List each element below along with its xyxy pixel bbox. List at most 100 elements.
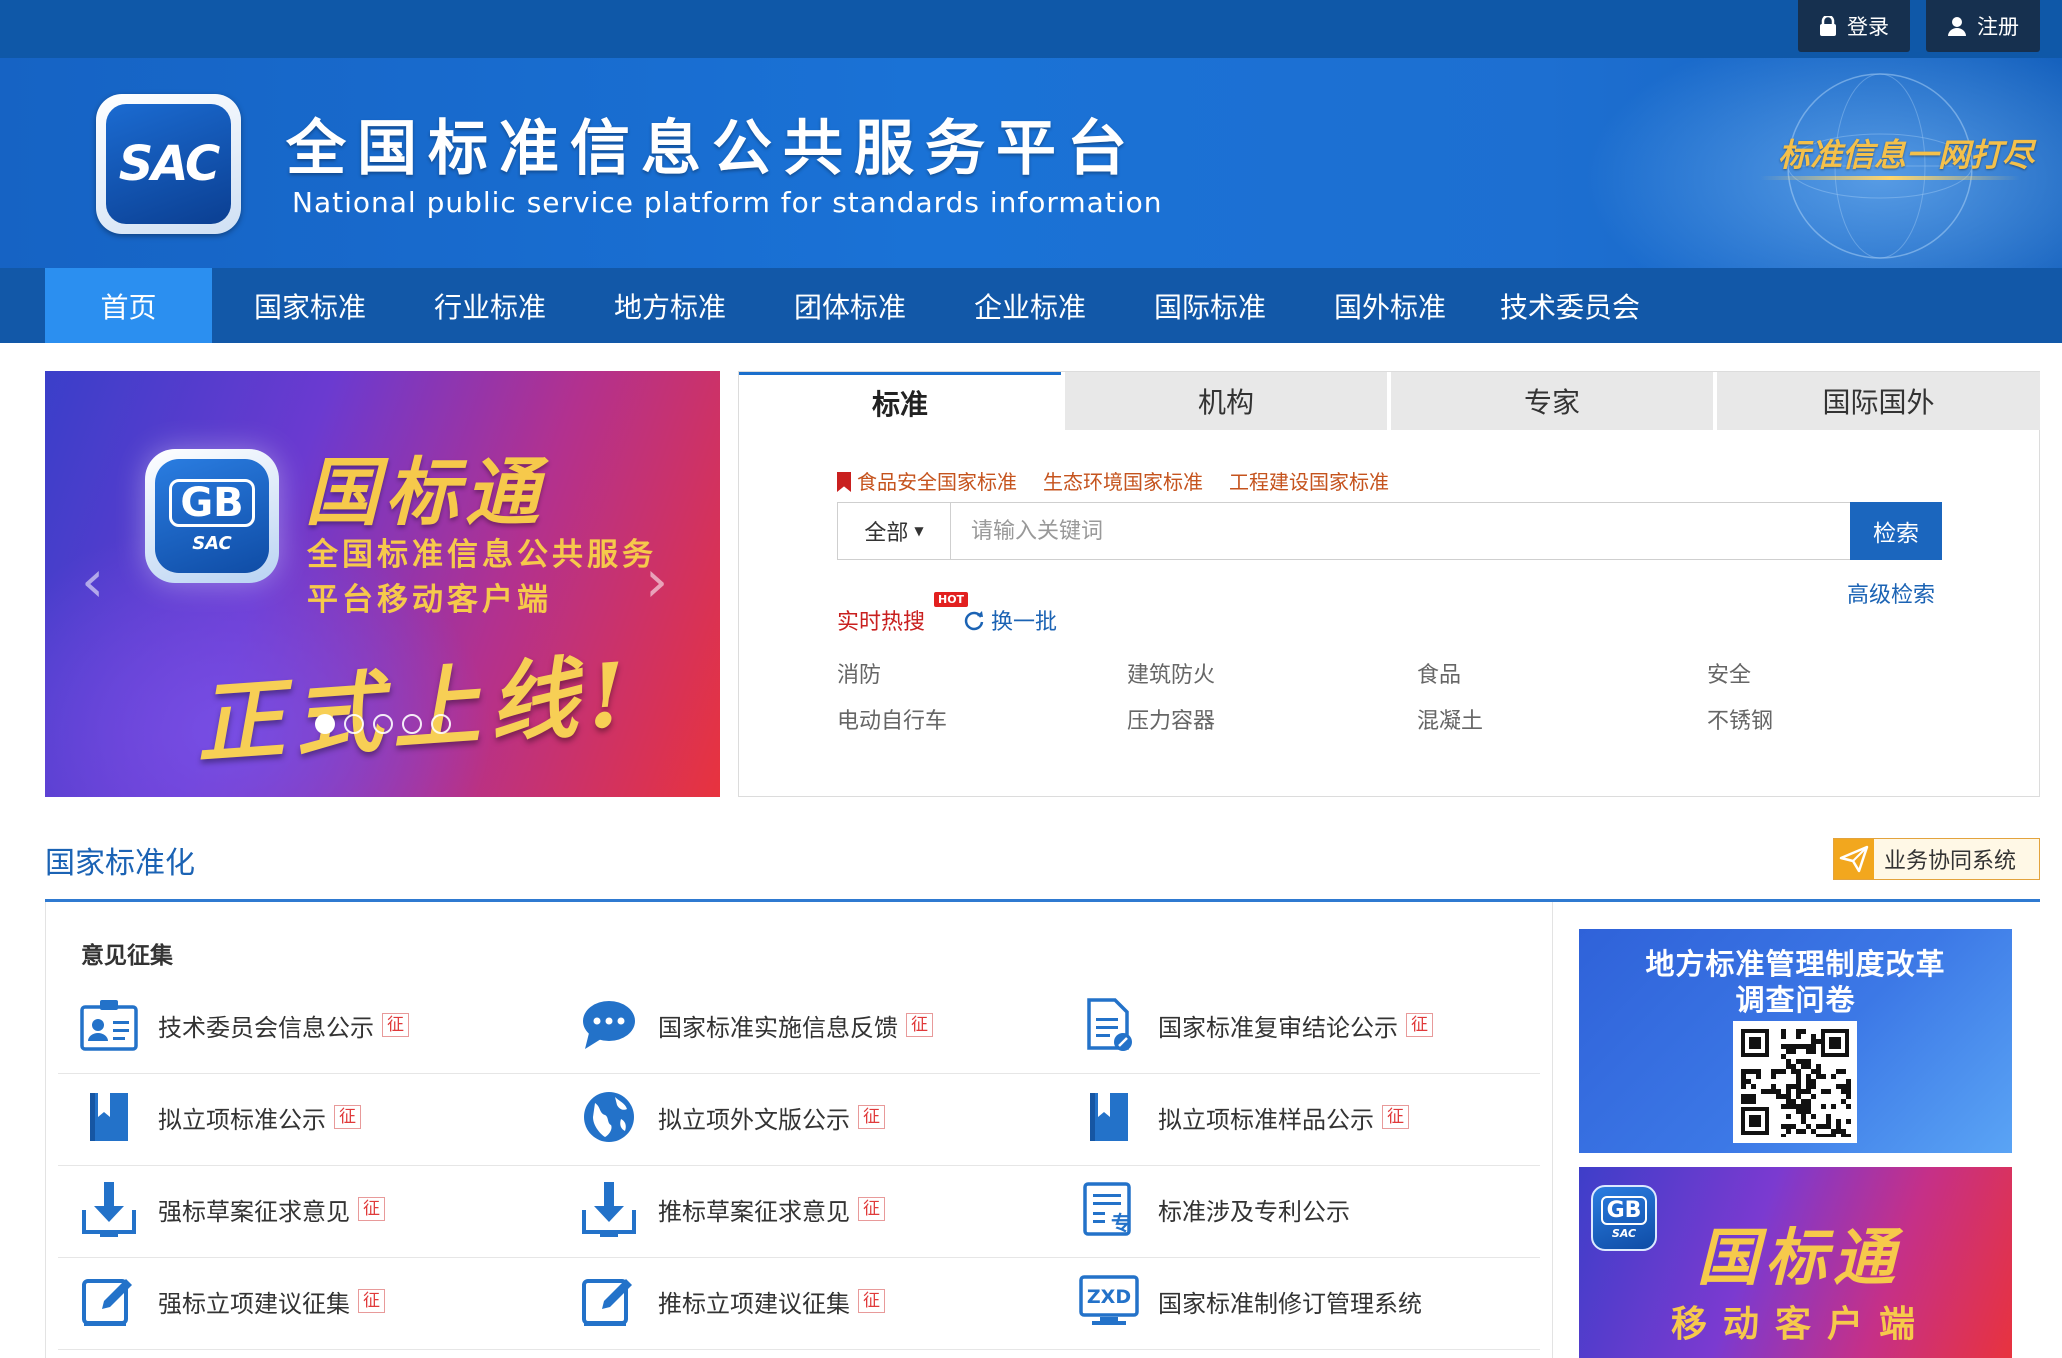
carousel-dot[interactable] bbox=[402, 714, 422, 734]
carousel-dot[interactable] bbox=[431, 714, 451, 734]
globe-icon bbox=[578, 1087, 640, 1147]
register-button[interactable]: 注册 bbox=[1926, 0, 2040, 52]
tab-standards[interactable]: 标准 bbox=[739, 372, 1061, 430]
solicit-badge: 征 bbox=[1406, 1013, 1433, 1037]
carousel-dot[interactable] bbox=[315, 714, 335, 734]
solicit-badge: 征 bbox=[858, 1289, 885, 1313]
document-edit-icon bbox=[1078, 995, 1140, 1055]
hot-term[interactable]: 压力容器 bbox=[1127, 703, 1215, 735]
opinion-item-label: 拟立项标准公示 bbox=[158, 1105, 326, 1134]
opinion-item[interactable]: 强标立项建议征集征 bbox=[78, 1271, 385, 1331]
search-input[interactable] bbox=[951, 503, 1850, 559]
svg-text:专: 专 bbox=[1111, 1211, 1131, 1235]
qr-code-icon bbox=[1733, 1021, 1857, 1143]
solicit-badge: 征 bbox=[858, 1105, 885, 1129]
opinion-item-label: 强标立项建议征集 bbox=[158, 1289, 350, 1318]
opinion-item[interactable]: 推标草案征求意见征 bbox=[578, 1179, 885, 1239]
opinion-item[interactable]: 拟立项标准样品公示征 bbox=[1078, 1087, 1409, 1147]
hot-term[interactable]: 电动自行车 bbox=[837, 703, 947, 735]
quick-link-food-safety[interactable]: 食品安全国家标准 bbox=[837, 466, 1017, 495]
quick-link-engineering[interactable]: 工程建设国家标准 bbox=[1229, 466, 1389, 495]
survey-ad[interactable]: 地方标准管理制度改革 调查问卷 bbox=[1579, 929, 2012, 1153]
tab-experts[interactable]: 专家 bbox=[1391, 372, 1713, 430]
zxd-monitor-icon: ZXD bbox=[1078, 1271, 1140, 1331]
survey-ad-subtitle: 调查问卷 bbox=[1735, 983, 1856, 1017]
nav-item-home[interactable]: 首页 bbox=[45, 268, 212, 343]
chat-bubble-icon bbox=[578, 995, 640, 1055]
section-title: 国家标准化 bbox=[45, 846, 195, 881]
solicit-badge: 征 bbox=[1382, 1105, 1409, 1129]
login-button[interactable]: 登录 bbox=[1798, 0, 1910, 52]
carousel-prev-arrow-icon[interactable]: ‹ bbox=[81, 551, 121, 611]
opinion-item[interactable]: 专 标准涉及专利公示 bbox=[1078, 1179, 1350, 1239]
quick-link-eco-environment[interactable]: 生态环境国家标准 bbox=[1043, 466, 1203, 495]
hot-term[interactable]: 食品 bbox=[1417, 657, 1461, 689]
nav-item-technical-committees[interactable]: 技术委员会 bbox=[1490, 268, 1650, 343]
nav-item-group-standards[interactable]: 团体标准 bbox=[770, 268, 930, 343]
nav-item-national-standards[interactable]: 国家标准 bbox=[230, 268, 390, 343]
opinion-item[interactable]: 技术委员会信息公示征 bbox=[78, 995, 409, 1055]
login-label: 登录 bbox=[1847, 15, 1889, 39]
opinion-item[interactable]: 拟立项外文版公示征 bbox=[578, 1087, 885, 1147]
refresh-icon bbox=[964, 611, 984, 631]
nav-item-international-standards[interactable]: 国际标准 bbox=[1130, 268, 1290, 343]
opinion-item[interactable]: 强标草案征求意见征 bbox=[78, 1179, 385, 1239]
carousel-line1: 全国标准信息公共服务 bbox=[307, 537, 657, 573]
site-banner: SAC 全国标准信息公共服务平台 National public service… bbox=[0, 58, 2062, 268]
row-divider bbox=[58, 1257, 1540, 1258]
site-title: 全国标准信息公共服务平台 bbox=[286, 114, 1138, 184]
ad-app-icon-gb: GB bbox=[1600, 1196, 1648, 1225]
hot-term[interactable]: 混凝土 bbox=[1417, 703, 1483, 735]
hot-term[interactable]: 不锈钢 bbox=[1707, 703, 1773, 735]
paper-plane-icon bbox=[1834, 839, 1874, 879]
solicit-badge: 征 bbox=[858, 1197, 885, 1221]
opinion-item[interactable]: 国家标准实施信息反馈征 bbox=[578, 995, 933, 1055]
nav-item-local-standards[interactable]: 地方标准 bbox=[590, 268, 750, 343]
user-icon bbox=[1948, 17, 1966, 36]
main-nav: 首页 国家标准 行业标准 地方标准 团体标准 企业标准 国际标准 国外标准 技术… bbox=[0, 268, 2062, 343]
gb-app-icon-text: GB bbox=[169, 478, 255, 527]
tab-institutions[interactable]: 机构 bbox=[1065, 372, 1387, 430]
opinion-item[interactable]: 推标立项建议征集征 bbox=[578, 1271, 885, 1331]
svg-text:ZXD: ZXD bbox=[1087, 1286, 1131, 1308]
opinion-item[interactable]: 拟立项标准公示征 bbox=[78, 1087, 361, 1147]
search-button[interactable]: 检索 bbox=[1850, 502, 1942, 560]
app-ad[interactable]: GB SAC 国标通 移动客户端 bbox=[1579, 1167, 2012, 1358]
opinion-item-label: 标准涉及专利公示 bbox=[1158, 1197, 1350, 1226]
opinion-item-label: 国家标准制修订管理系统 bbox=[1158, 1289, 1422, 1318]
carousel-line2: 平台移动客户端 bbox=[307, 582, 552, 618]
hot-term[interactable]: 安全 bbox=[1707, 657, 1751, 689]
search-box: 全部 ▼ 检索 bbox=[837, 502, 1942, 560]
nav-item-foreign-standards[interactable]: 国外标准 bbox=[1310, 268, 1470, 343]
edit-icon bbox=[78, 1271, 140, 1331]
bookmark-flag-icon bbox=[837, 472, 851, 492]
scope-select[interactable]: 全部 ▼ bbox=[838, 503, 951, 559]
refresh-label: 换一批 bbox=[991, 610, 1058, 635]
opinion-item-label: 拟立项标准样品公示 bbox=[1158, 1105, 1374, 1134]
nav-item-industry-standards[interactable]: 行业标准 bbox=[410, 268, 570, 343]
row-divider bbox=[58, 1165, 1540, 1166]
solicit-badge: 征 bbox=[358, 1197, 385, 1221]
hot-term[interactable]: 消防 bbox=[837, 657, 881, 689]
patent-document-icon: 专 bbox=[1078, 1179, 1140, 1239]
carousel-dot[interactable] bbox=[373, 714, 393, 734]
refresh-hot-button[interactable]: 换一批 bbox=[963, 604, 1057, 636]
carousel-dot[interactable] bbox=[344, 714, 364, 734]
hot-search-label: 实时热搜 bbox=[837, 610, 926, 635]
sac-logo[interactable]: SAC bbox=[96, 94, 241, 234]
carousel-next-arrow-icon[interactable]: › bbox=[645, 551, 685, 611]
nav-item-enterprise-standards[interactable]: 企业标准 bbox=[950, 268, 1110, 343]
advanced-search-link[interactable]: 高级检索 bbox=[1847, 577, 1935, 609]
carousel-tagline: 正式上线! bbox=[192, 641, 640, 777]
opinion-title: 意见征集 bbox=[81, 943, 173, 969]
opinion-item[interactable]: ZXD 国家标准制修订管理系统 bbox=[1078, 1271, 1422, 1331]
opinion-item[interactable]: 国家标准复审结论公示征 bbox=[1078, 995, 1433, 1055]
hot-term[interactable]: 建筑防火 bbox=[1127, 657, 1215, 689]
promo-carousel[interactable]: GB SAC 国标通 全国标准信息公共服务 平台移动客户端 正式上线! ‹ › bbox=[45, 371, 720, 797]
tab-international[interactable]: 国际国外 bbox=[1717, 372, 2040, 430]
solicit-badge: 征 bbox=[358, 1289, 385, 1313]
row-divider bbox=[58, 1349, 1540, 1350]
business-collab-button[interactable]: 业务协同系统 bbox=[1833, 838, 2040, 880]
opinion-item-label: 技术委员会信息公示 bbox=[158, 1013, 374, 1042]
download-icon bbox=[578, 1179, 640, 1239]
